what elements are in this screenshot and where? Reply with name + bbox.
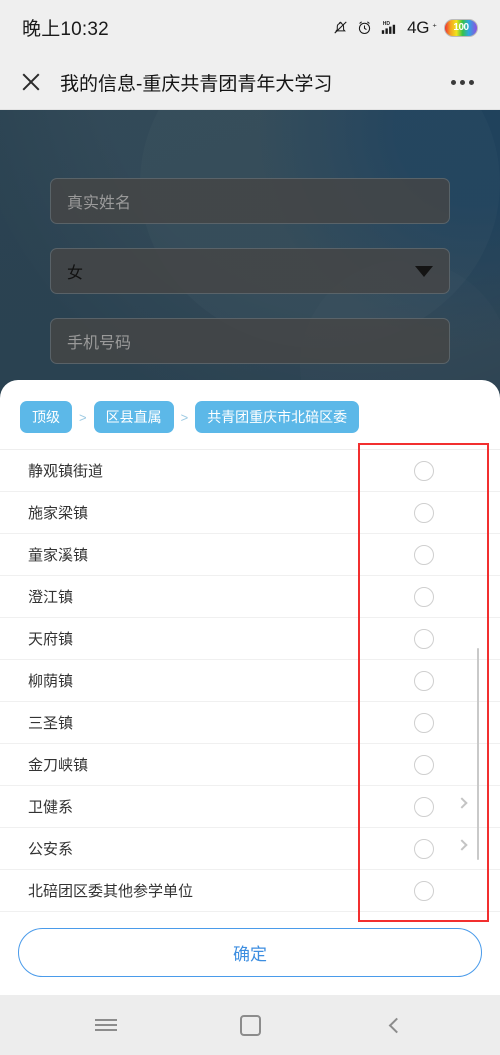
list-item-label: 金刀峡镇 [28,757,89,774]
app-title-bar: 我的信息-重庆共青团青年大学习 [0,55,500,110]
status-bar: 晚上10:32 HD 4G ⁺ 100 [0,0,500,55]
more-options-icon[interactable] [445,74,480,91]
radio-button[interactable] [414,629,434,649]
list-item[interactable]: 公安系 [0,828,500,870]
radio-button[interactable] [414,881,434,901]
list-item[interactable]: 北碚团区委其他参学单位 [0,870,500,912]
list-item-label: 柳荫镇 [28,673,74,690]
network-type-label: 4G [407,17,430,37]
radio-button[interactable] [414,587,434,607]
breadcrumb-chip-1[interactable]: 区县直属 [93,401,174,433]
radio-button[interactable] [414,461,434,481]
list-item-label: 童家溪镇 [28,547,89,564]
svg-text:HD: HD [383,21,391,27]
recents-icon[interactable] [84,1003,128,1047]
list-item[interactable]: 澄江镇 [0,576,500,618]
list-item-label: 北碚团区委其他参学单位 [28,883,194,900]
phone-screen: 晚上10:32 HD 4G ⁺ 100 我的信息-重庆共青团青年大学习 真实姓名… [0,0,500,1055]
breadcrumb-chip-0[interactable]: 顶级 [20,401,72,433]
close-icon[interactable] [20,71,42,93]
home-icon[interactable] [228,1003,272,1047]
phone-input[interactable]: 手机号码 [50,318,450,364]
radio-button[interactable] [414,755,434,775]
list-scrollbar[interactable] [477,648,479,860]
radio-button[interactable] [414,797,434,817]
phone-placeholder: 手机号码 [67,335,132,352]
real-name-input[interactable]: 真实姓名 [50,178,450,224]
breadcrumb: 顶级 > 区县直属 > 共青团重庆市北碚区委 [0,380,500,449]
radio-button[interactable] [414,713,434,733]
confirm-button[interactable]: 确定 [18,928,482,977]
organization-list[interactable]: 静观镇街道 施家梁镇 童家溪镇 澄江镇 天府镇 柳荫镇 三圣镇 金刀峡镇 卫健系… [0,449,500,912]
bell-mute-icon [332,19,349,36]
back-icon[interactable] [372,1003,416,1047]
alarm-icon [356,19,373,36]
list-item-label: 静观镇街道 [28,463,104,480]
radio-button[interactable] [414,839,434,859]
real-name-placeholder: 真实姓名 [67,195,132,212]
breadcrumb-separator-1: > [180,409,189,425]
list-item-label: 施家梁镇 [28,505,89,522]
signal-hd-icon: HD [380,19,400,36]
gender-select[interactable]: 女 [50,248,450,294]
list-item-label: 澄江镇 [28,589,74,606]
list-item[interactable]: 静观镇街道 [0,450,500,492]
list-item[interactable]: 施家梁镇 [0,492,500,534]
gender-value: 女 [67,265,84,282]
battery-level-label: 100 [453,22,469,33]
breadcrumb-chip-2[interactable]: 共青团重庆市北碚区委 [195,401,360,433]
list-item[interactable]: 金刀峡镇 [0,744,500,786]
profile-form: 真实姓名 女 手机号码 [0,110,500,388]
chevron-down-icon [415,265,433,277]
list-item[interactable]: 三圣镇 [0,702,500,744]
radio-button[interactable] [414,503,434,523]
list-item[interactable]: 天府镇 [0,618,500,660]
list-item[interactable]: 童家溪镇 [0,534,500,576]
list-item-label: 公安系 [28,841,74,858]
list-item-label: 卫健系 [28,799,74,816]
list-item-label: 三圣镇 [28,715,74,732]
chevron-right-icon[interactable] [456,797,468,809]
battery-icon: 100 [444,18,478,37]
list-item[interactable]: 柳荫镇 [0,660,500,702]
status-icons: HD 4G ⁺ 100 [332,18,478,38]
list-item-label: 天府镇 [28,631,74,648]
list-item[interactable]: 卫健系 [0,786,500,828]
confirm-button-label: 确定 [233,945,267,964]
organization-picker-sheet: 顶级 > 区县直属 > 共青团重庆市北碚区委 静观镇街道 施家梁镇 童家溪镇 澄… [0,380,500,995]
breadcrumb-separator-0: > [79,409,87,425]
network-suffix: ⁺ [432,22,437,32]
page-title: 我的信息-重庆共青团青年大学习 [60,73,333,95]
chevron-right-icon[interactable] [456,839,468,851]
radio-button[interactable] [414,545,434,565]
status-time: 晚上10:32 [22,19,109,40]
radio-button[interactable] [414,671,434,691]
system-nav-bar [0,995,500,1055]
